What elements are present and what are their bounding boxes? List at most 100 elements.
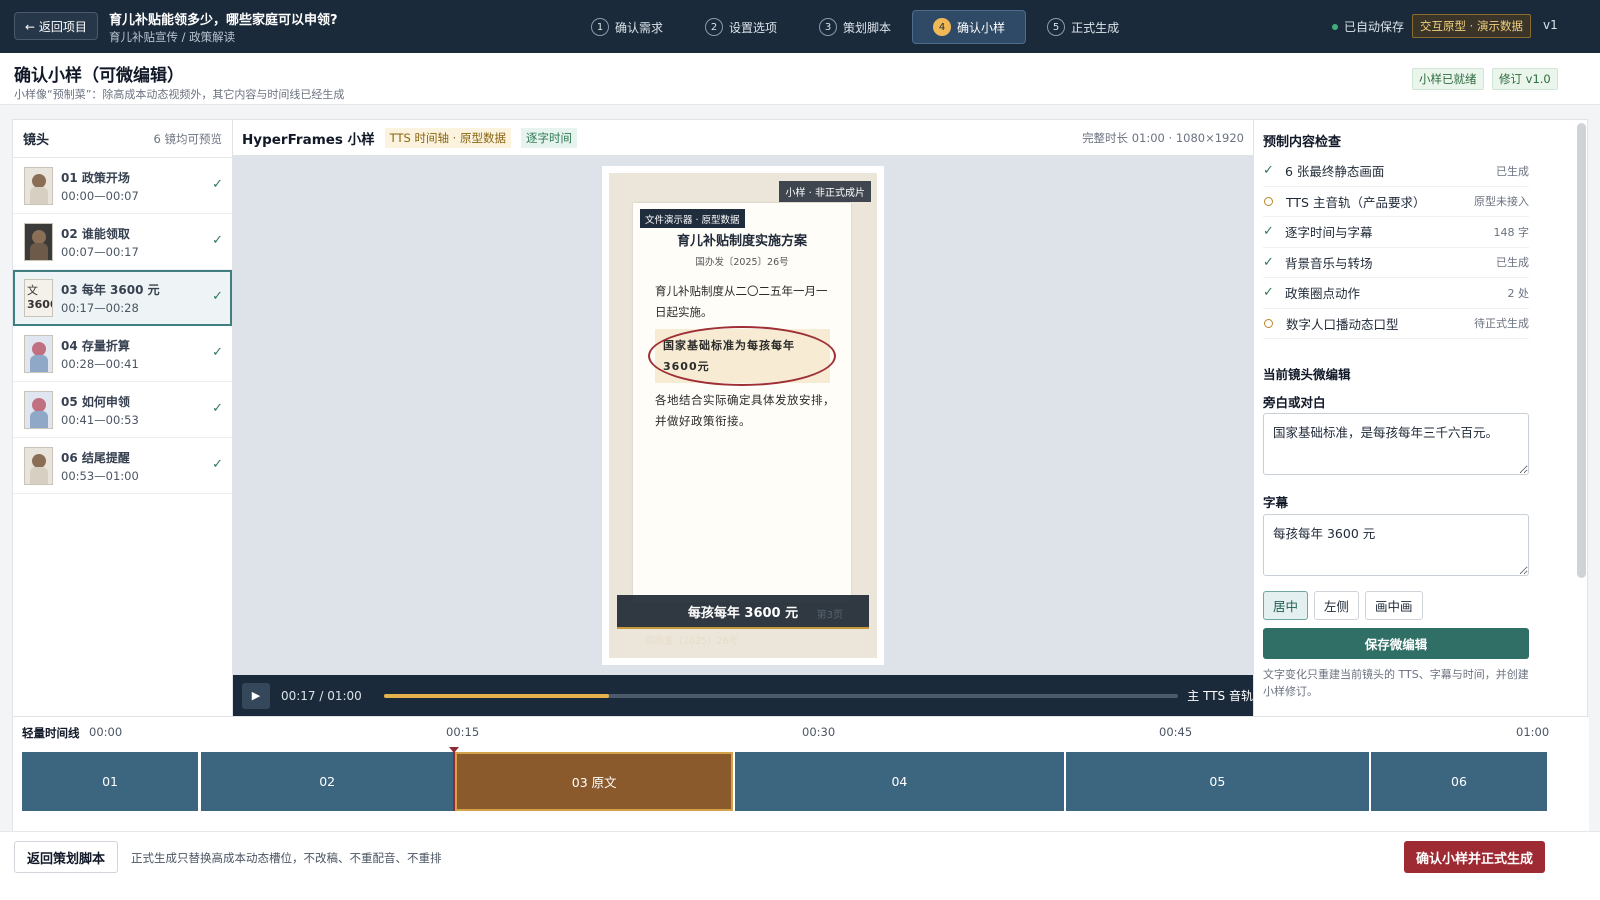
document-paragraph: 育儿补贴制度从二〇二五年一月一日起实施。 [655,284,828,319]
prototype-badge: 交互原型 · 演示数据 [1412,14,1531,38]
step-number: 3 [819,18,838,36]
preview-panel: HyperFrames 小样 TTS 时间轴 · 原型数据 逐字时间 完整时长 … [233,120,1253,716]
play-button[interactable]: ▶ [242,682,270,709]
thumb-text: 文 [27,284,38,297]
document-title: 育儿补贴制度实施方案 [676,234,807,249]
page-subtitle: 小样像“预制菜”：除高成本动态视频外，其它内容与时间线已经生成 [14,88,345,101]
step-label: 确认小样 [957,20,1006,35]
progress-track[interactable] [383,693,1179,698]
highlight-circle [648,326,836,386]
step-confirm-sample[interactable]: 4 确认小样 [912,10,1027,44]
timeline-clip-6[interactable]: 06 [1370,752,1547,811]
prefab-checklist: ✓ 6 张最终静态画面 已生成 TTS 主音轨（产品要求） 原型未接入 ✓ 逐字时间与字… [1263,156,1529,339]
checklist-title: 预制内容检查 [1263,135,1342,150]
checklist-label: 数字人口播动态口型 [1286,316,1399,332]
project-title: 育儿补贴能领多少，哪些家庭可以申领? [109,13,338,28]
player-bar: ▶ 00:17 / 01:00 主 TTS 音轨 [233,675,1253,716]
timeline-clip-2[interactable]: 02 [201,752,454,811]
duration-meta: 完整时长 01:00 · 1080×1920 [1082,130,1244,145]
faded-document-number: 国办发〔2025〕26号 [645,636,739,647]
check-icon: ✓ [212,457,223,472]
playhead[interactable] [449,747,460,811]
checklist-status: 已生成 [1496,164,1529,178]
position-left-button[interactable]: 左侧 [1314,591,1360,620]
checklist-label: TTS 主音轨（产品要求） [1286,194,1426,210]
timeline-clip-4[interactable]: 04 [735,752,1064,811]
step-label: 正式生成 [1071,20,1120,35]
top-bar: ← 返回项目 育儿补贴能领多少，哪些家庭可以申领? 育儿补贴宣传 / 政策解读 … [0,0,1600,53]
checklist-label: 背景音乐与转场 [1285,255,1373,271]
audio-track-label: 主 TTS 音轨 [1187,689,1253,703]
step-final-generate[interactable]: 5 正式生成 [1026,10,1140,44]
version-label: v1 [1543,18,1558,32]
shot-item-01[interactable]: 01 政策开场 00:00—00:07 ✓ [13,158,232,214]
checklist-status: 2 处 [1507,286,1530,300]
playback-time: 00:17 / 01:00 [280,688,362,703]
checklist-status: 148 字 [1493,225,1530,239]
play-icon: ▶ [251,689,261,702]
word-timing-chip: 逐字时间 [520,127,577,148]
position-center-button[interactable]: 居中 [1263,591,1309,620]
timeline-tick: 00:45 [1159,725,1193,739]
panel-scrollbar[interactable] [1577,123,1586,578]
autosave-status: 已自动保存 [1332,18,1404,35]
shot-thumbnail [24,166,53,205]
shot-name: 01 政策开场 [61,170,130,185]
shot-item-04[interactable]: 04 存量折算 00:28—00:41 ✓ [13,326,232,382]
inspector-panel: 预制内容检查 ✓ 6 张最终静态画面 已生成 TTS 主音轨（产品要求） 原型未接入 … [1253,120,1589,716]
checklist-status: 已生成 [1496,256,1529,270]
timeline-tick: 01:00 [1516,725,1550,739]
shot-item-03[interactable]: 文3600 03 每年 3600 元 00:17—00:28 ✓ [13,270,232,326]
pending-circle-icon [1264,318,1273,328]
timeline-clip-1[interactable]: 01 [22,752,199,811]
step-number: 5 [1047,18,1066,36]
shot-time: 00:17—00:28 [61,301,139,315]
autosave-label: 已自动保存 [1344,20,1405,34]
confirm-and-generate-button[interactable]: 确认小样并正式生成 [1404,841,1546,873]
step-script[interactable]: 3 策划脚本 [798,10,912,44]
preview-header: HyperFrames 小样 TTS 时间轴 · 原型数据 逐字时间 完整时长 … [233,120,1253,156]
tts-timeline-chip: TTS 时间轴 · 原型数据 [384,127,511,148]
light-timeline: 轻量时间线 00:00 00:15 00:30 00:45 01:00 01 02… [13,716,1589,832]
step-number: 1 [591,18,609,36]
subtitle-input[interactable]: 每孩每年 3600 元 [1263,514,1529,576]
timeline-tick: 00:00 [89,725,123,739]
checklist-item: ✓ 逐字时间与字幕 148 字 [1263,217,1529,248]
shot-name: 04 存量折算 [61,338,130,353]
checklist-label: 6 张最终静态画面 [1285,164,1385,180]
revision-badge: 修订 v1.0 [1492,68,1558,90]
position-pip-button[interactable]: 画中画 [1365,591,1423,620]
checklist-status: 原型未接入 [1474,195,1529,209]
shot-time: 00:28—00:41 [61,356,139,371]
checklist-item: ✓ 6 张最终静态画面 已生成 [1263,156,1529,187]
step-number: 4 [933,18,952,36]
shot-count: 6 镜均可预览 [153,131,222,146]
step-settings[interactable]: 2 设置选项 [684,10,798,44]
edit-hint: 文字变化只重建当前镜头的 TTS、字幕与时间，并创建小样修订。 [1263,668,1529,698]
shot-name: 06 结尾提醒 [61,450,130,465]
shot-item-06[interactable]: 06 结尾提醒 00:53—01:00 ✓ [13,438,232,494]
back-to-project-button[interactable]: ← 返回项目 [14,12,98,40]
shot-list-panel: 镜头 6 镜均可预览 01 政策开场 00:00—00:07 ✓ 02 谁能领取 0… [13,120,233,716]
subtitle-text: 每孩每年 3600 元 [687,605,799,621]
progress-fill [383,693,609,698]
checklist-item: TTS 主音轨（产品要求） 原型未接入 [1263,187,1529,217]
save-micro-edit-button[interactable]: 保存微编辑 [1263,628,1529,659]
shot-item-02[interactable]: 02 谁能领取 00:07—00:17 ✓ [13,214,232,270]
shot-name: 02 谁能领取 [61,226,130,241]
shot-item-05[interactable]: 05 如何申领 00:41—00:53 ✓ [13,382,232,438]
checklist-item: ✓ 背景音乐与转场 已生成 [1263,248,1529,278]
checklist-label: 逐字时间与字幕 [1285,225,1373,241]
step-label: 策划脚本 [843,20,892,35]
step-confirm-requirements[interactable]: 1 确认需求 [570,10,684,44]
page-mark: 第3页 [816,610,843,621]
timeline-clips: 01 02 03 原文 04 05 06 [22,747,1548,811]
narration-input[interactable]: 国家基础标准，是每孩每年三千六百元。 [1263,413,1529,475]
check-icon: ✓ [1263,254,1274,270]
pending-circle-icon [1264,196,1273,206]
timeline-clip-5[interactable]: 05 [1065,752,1369,811]
timeline-clip-3[interactable]: 03 原文 [455,752,734,811]
check-icon: ✓ [212,401,223,416]
back-to-script-button[interactable]: 返回策划脚本 [14,841,119,873]
shot-name: 03 每年 3600 元 [61,283,160,297]
